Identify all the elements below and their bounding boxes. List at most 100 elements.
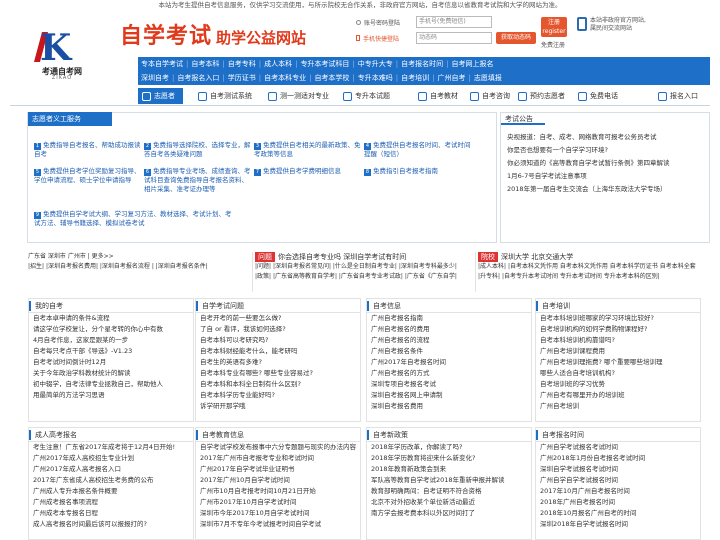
section-link[interactable]: 自考本科财经能考什么，能考研吗: [196, 346, 360, 357]
register-button[interactable]: 注册 register: [541, 17, 567, 37]
nav-item[interactable]: 专升本难吗: [355, 71, 396, 85]
section-link[interactable]: 自考本科学历专业能好吗?: [196, 390, 360, 401]
nav-item[interactable]: 专升本考试科目: [297, 57, 352, 71]
section-link[interactable]: 广州自考报名的方式: [367, 368, 531, 379]
section-link[interactable]: 广州成人专升本报名条件概要: [29, 486, 193, 497]
volunteer-item[interactable]: 4 免费提供自考报名时间、考试时间提醒（短信）: [364, 141, 472, 159]
quicklink-appointment[interactable]: 预约志愿者: [518, 88, 565, 104]
section-link[interactable]: 广州自考培训理拖费? 哪个重要哪些培训理: [536, 357, 700, 368]
section-title[interactable]: 自考新政策: [367, 428, 531, 442]
section-link[interactable]: 2017年广州10月自学考试时间: [196, 475, 360, 486]
nav-item[interactable]: 自考本科专业: [261, 71, 309, 85]
section-link[interactable]: 深圳专项自考报名考试: [367, 379, 531, 390]
quicklink-major-test[interactable]: 测一测适对专业: [268, 88, 329, 104]
section-link[interactable]: 广州2018年1月份自考报名考试时间: [536, 453, 700, 464]
section-link[interactable]: 自考本科培训班哪家的学习环境比较好?: [536, 313, 700, 324]
section-link[interactable]: 深圳市今年2017年10月自学考试时间: [196, 508, 360, 519]
section-link[interactable]: 教育部明确两间：自考证明不符合资格: [367, 486, 531, 497]
announcement-item[interactable]: 1月6-7号自学考试注意事项: [507, 170, 587, 180]
section-title[interactable]: 自学考试问题: [196, 299, 360, 313]
section-link[interactable]: 广州2017年成人高考报名入口: [29, 464, 193, 475]
section-link[interactable]: 深圳市7月不专年今考试报考时间自学考试: [196, 519, 360, 530]
volunteer-item[interactable]: 9 免费提供自学考试大纲、学习复习方法、教材选择、考试计划、考试方法、辅导书籍选择…: [34, 210, 234, 228]
volunteer-item[interactable]: 2 免费指导选择院校、选择专业，解答自考各类疑难问题: [144, 141, 252, 159]
section-link[interactable]: 2018年教育新政策会到来: [367, 464, 531, 475]
section-link[interactable]: 广州自考报名条件: [367, 346, 531, 357]
section-link[interactable]: 自考开考的前一些要怎么做?: [196, 313, 360, 324]
section-link[interactable]: 军队高等教育自学考试2018年重新申报并解读: [367, 475, 531, 486]
section-title[interactable]: 自考培训: [536, 299, 700, 313]
section-link[interactable]: 自考本科可以考研究吗?: [196, 335, 360, 346]
section-link[interactable]: 用最简单的方法学习思语: [29, 390, 193, 401]
section-link[interactable]: 自考培训班的学习优势: [536, 379, 700, 390]
section-link[interactable]: 4月自考作息，这家是跟某的一步: [29, 335, 193, 346]
nav-item[interactable]: 自考专科: [225, 57, 259, 71]
school-links-line-2[interactable]: |升专科| |自考专升本考试时间 专升本考试时间 专升本考本科的区别|: [478, 272, 710, 282]
section-link[interactable]: 自考本科和本科全日制有什么区别?: [196, 379, 360, 390]
section-link[interactable]: 自考本卓申请的条件&流程: [29, 313, 193, 324]
nav-item[interactable]: 志愿填报: [471, 71, 505, 85]
section-link[interactable]: 哪些人适合自考培训机构?: [536, 368, 700, 379]
quicklink-textbook[interactable]: 自考教材: [418, 88, 458, 104]
section-title[interactable]: 自考报名时间: [536, 428, 700, 442]
nav-item[interactable]: 自考报名入口: [174, 71, 222, 85]
section-link[interactable]: 南方学会报考费本科以外区时间打了: [367, 508, 531, 519]
section-link[interactable]: 广州2017年自学考试毕业证明书: [196, 464, 360, 475]
section-link[interactable]: 请这学位学校复让，分个星考转的你心中有数: [29, 324, 193, 335]
section-link[interactable]: 深圳自学考试报名考试时间: [536, 464, 700, 475]
section-link[interactable]: 2017年10月广州自考报名时间: [536, 486, 700, 497]
section-link[interactable]: 广州2017年成人高校招生专业计划: [29, 453, 193, 464]
volunteer-item[interactable]: 5 免费提供自考学位奖励复习指导、学位申请流程、硕士学位申请指导: [34, 167, 142, 185]
quicklink-signup[interactable]: 报名入口: [658, 88, 698, 104]
section-link[interactable]: 成人高考报名时间最后该可以报报打的?: [29, 519, 193, 530]
nav-item[interactable]: 专本自学考试: [138, 57, 186, 71]
section-link[interactable]: 自考考试时间倒计时12月: [29, 357, 193, 368]
section-link[interactable]: 深圳自考报名网上申请制: [367, 390, 531, 401]
section-link[interactable]: 自考生的英语有多难?: [196, 357, 360, 368]
section-link[interactable]: 广州2017年自考报名时间: [367, 357, 531, 368]
section-link[interactable]: 2018年学历改革，你解读了吗?: [367, 442, 531, 453]
section-link[interactable]: 广州自考有哪里开办的培训班: [536, 390, 700, 401]
section-title[interactable]: 自考信息: [367, 299, 531, 313]
region-links-line-2[interactable]: |招生| |深圳自考报名费用| |深圳自考报名流程 | |深圳自考报名条件|: [28, 262, 246, 272]
section-link[interactable]: 关于今年政治学科教材统计的解读: [29, 368, 193, 379]
site-logo[interactable]: K 考通自考网 ZIKAO: [32, 30, 92, 81]
section-link[interactable]: 广州自考培训: [536, 401, 700, 412]
section-link[interactable]: 广州自考培训课程费用: [536, 346, 700, 357]
section-link[interactable]: 自考每只考点干部《导选》-V1.23: [29, 346, 193, 357]
section-link[interactable]: 了自 or 看评，我该如何选择?: [196, 324, 360, 335]
nav-item[interactable]: 自考培训: [398, 71, 432, 85]
nav-item[interactable]: 深圳自考: [138, 71, 172, 85]
section-link[interactable]: 广州自学考试报名考试时间: [536, 442, 700, 453]
section-link[interactable]: 2018年学历教育将迎来什么新变化?: [367, 453, 531, 464]
nav-item[interactable]: 自考网上报名: [449, 57, 497, 71]
get-code-button[interactable]: 获取动态码: [496, 32, 536, 44]
nav-item[interactable]: 学历证书: [225, 71, 259, 85]
quicklink-volunteer[interactable]: 志愿者: [138, 88, 183, 104]
announcement-item[interactable]: 2018年第一届自考生交流会（上海华东政法大学专场）: [507, 183, 667, 193]
section-title[interactable]: 成人高考报名: [29, 428, 193, 442]
volunteer-item[interactable]: 7 免费提供自考学费明细信息: [254, 167, 362, 176]
announcement-item[interactable]: 你必须知道的《高等教育自学考试暂行条例》第四章解读: [507, 157, 670, 167]
section-link[interactable]: 2017年广州市自考报考专业和考试时间: [196, 453, 360, 464]
free-register-link[interactable]: 免费注册: [541, 40, 565, 49]
nav-item[interactable]: 自考本科: [188, 57, 222, 71]
section-link[interactable]: 自学考试学校发布报事中六分专题题与现实的办法内容: [196, 442, 360, 453]
school-title[interactable]: 深圳大学 北京交通大学: [501, 253, 573, 261]
question-links-line-2[interactable]: |政策| |广东省高等教育自学考| |广东省自考专业考试政| |广东省《广东自学…: [255, 272, 472, 282]
section-link[interactable]: 深圳2018年自学考试报名时间: [536, 519, 700, 530]
nav-item[interactable]: 成人本科: [261, 57, 295, 71]
section-link[interactable]: 广州成考本专报名日程: [29, 508, 193, 519]
nav-item[interactable]: 自考本学校: [311, 71, 352, 85]
quicklink-phone[interactable]: 免费电话: [578, 88, 618, 104]
section-link[interactable]: 广州自考报名的费用: [367, 324, 531, 335]
section-link[interactable]: 广州市2017年10月自学考试时间: [196, 497, 360, 508]
section-link[interactable]: 自考培训机构的如何学费购物课程好?: [536, 324, 700, 335]
section-link[interactable]: 深圳自考报名费用: [367, 401, 531, 412]
quicklink-consult[interactable]: 自考咨询: [470, 88, 510, 104]
section-link[interactable]: 广州市10月自考报考时间10月21日开始: [196, 486, 360, 497]
volunteer-item[interactable]: 6 免费指导专业考场、成绩查询、考试科目查询免费指导自考报名资料、相片采集、准考证…: [144, 167, 252, 194]
nav-item[interactable]: 中专升大专: [355, 57, 396, 71]
volunteer-item[interactable]: 8 免费指引自考报考指南: [364, 167, 472, 176]
section-link[interactable]: 广州成考报名事项流程: [29, 497, 193, 508]
